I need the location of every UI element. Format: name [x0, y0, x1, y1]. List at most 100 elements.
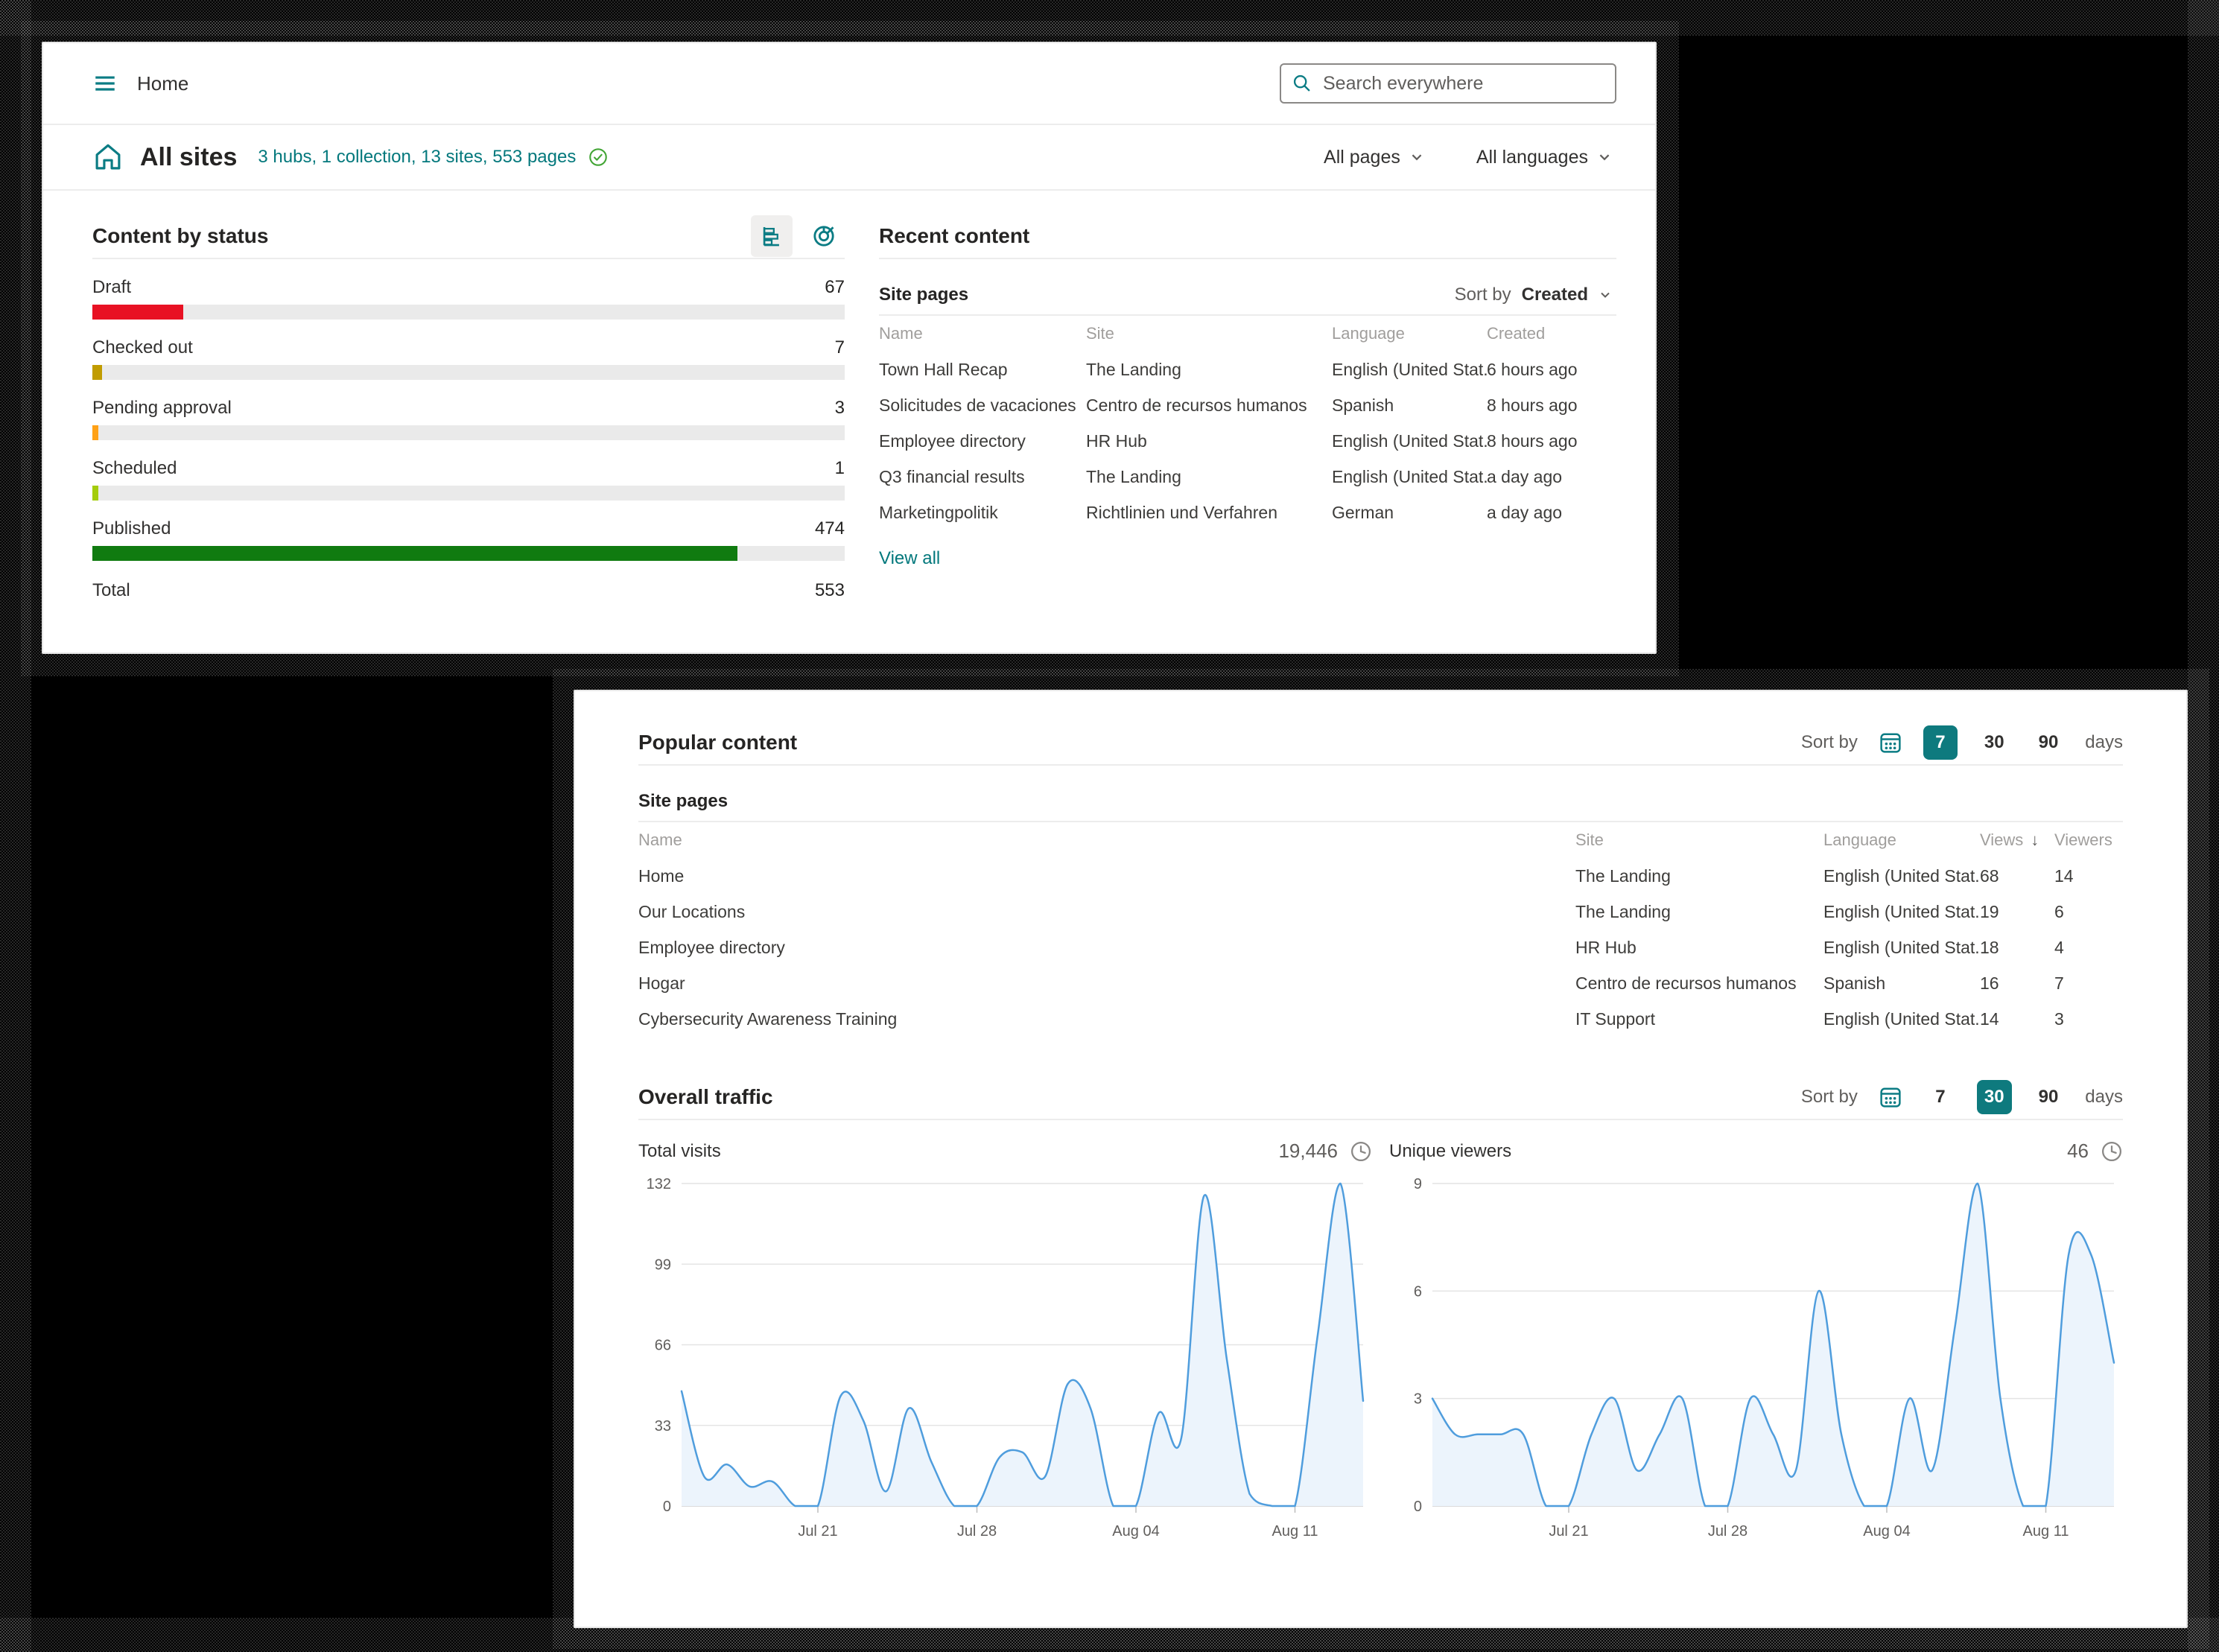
bottom-panel: Popular content Sort by 7 30 90 days Site pa…: [574, 690, 2188, 1628]
column-header-name[interactable]: Name: [879, 316, 1086, 352]
status-row-pending-approval: Pending approval 3: [92, 398, 845, 440]
table-cell: English (United Stat...: [1332, 431, 1487, 451]
svg-text:Aug 11: Aug 11: [2023, 1523, 2069, 1540]
range-90-days-button[interactable]: 90: [2031, 725, 2066, 760]
status-bar-track: [92, 305, 845, 320]
table-cell: 68: [1980, 865, 1999, 886]
search-box[interactable]: [1280, 63, 1616, 104]
table-cell: 14: [2054, 865, 2074, 886]
table-cell: 4: [2054, 937, 2064, 957]
table-row-name-cell[interactable]: Q3 financial results: [879, 459, 1086, 495]
table-row-name-cell[interactable]: Cybersecurity Awareness Training: [638, 1001, 1575, 1037]
table-row-name-cell[interactable]: Town Hall Recap: [879, 352, 1086, 387]
bar-chart-view-button[interactable]: [751, 215, 793, 257]
area-chart: 0 33 66 99 132 Jul 21 Jul 28 Aug 04 Aug 11: [647, 1176, 1365, 1540]
column-header-site[interactable]: Site: [1575, 822, 1823, 858]
donut-chart-view-button[interactable]: [803, 215, 845, 257]
column-header-name[interactable]: Name: [638, 822, 1575, 858]
hamburger-menu-icon[interactable]: [92, 71, 118, 96]
verified-check-icon: [588, 147, 609, 168]
breadcrumb[interactable]: Home: [137, 72, 188, 95]
site-header-row: All sites 3 hubs, 1 collection, 13 sites…: [43, 125, 1655, 191]
section-title: Popular content: [638, 731, 798, 754]
table-cell: 6 hours ago: [1487, 359, 1578, 379]
status-value: 474: [814, 518, 845, 539]
table-cell: English (United Stat...: [1823, 865, 1980, 886]
recent-content-table: Name Site Language Created Town Hall Recap Th…: [879, 316, 1616, 530]
page-title: All sites: [140, 142, 238, 171]
svg-text:6: 6: [1414, 1283, 1422, 1300]
chevron-down-icon: [1409, 150, 1424, 165]
column-header-views[interactable]: Views ↓: [1980, 822, 2054, 858]
range-30-days-button[interactable]: 30: [1976, 1080, 2012, 1114]
table-cell: a day ago: [1487, 466, 1563, 486]
table-cell: English (United Stat...: [1823, 937, 1980, 957]
svg-text:Aug 11: Aug 11: [1272, 1523, 1318, 1540]
recent-content-section: Recent content Site pages Sort by Create…: [879, 191, 1616, 601]
sort-by-label: Sort by: [1800, 732, 1858, 752]
languages-filter-label: All languages: [1476, 146, 1588, 168]
table-cell: 14: [1980, 1008, 1999, 1029]
table-cell: 18: [1980, 937, 1999, 957]
status-bar-fill: [92, 305, 184, 320]
table-row-name-cell[interactable]: Solicitudes de vacaciones: [879, 387, 1086, 423]
chart-title: Unique viewers: [1389, 1140, 1512, 1161]
languages-filter-dropdown[interactable]: All languages: [1472, 146, 1616, 169]
status-label: Pending approval: [92, 398, 232, 418]
table-cell: English (United Stat...: [1332, 466, 1487, 486]
section-title: Recent content: [879, 224, 1030, 247]
calendar-icon: [1877, 1084, 1904, 1111]
traffic-days-picker: Sort by 7 30 90 days: [1801, 1080, 2123, 1114]
column-header-viewers[interactable]: Viewers: [2054, 822, 2123, 858]
status-value: 3: [834, 398, 845, 418]
column-header-language[interactable]: Language: [1332, 316, 1487, 352]
range-90-days-button[interactable]: 90: [2031, 1080, 2066, 1114]
status-total-row: Total 553: [92, 580, 845, 601]
table-row-name-cell[interactable]: Employee directory: [879, 423, 1086, 459]
status-row-draft: Draft 67: [92, 277, 845, 320]
table-cell: 16: [1980, 973, 1999, 993]
chevron-down-icon: [1599, 288, 1612, 302]
view-all-link[interactable]: View all: [879, 548, 940, 569]
site-summary-link[interactable]: 3 hubs, 1 collection, 13 sites, 553 page…: [258, 147, 576, 168]
table-cell: English (United Stat...: [1823, 1008, 1980, 1029]
status-row-scheduled: Scheduled 1: [92, 458, 845, 501]
table-row-name-cell[interactable]: Home: [638, 858, 1575, 894]
table-cell: The Landing: [1575, 865, 1671, 886]
table-cell: HR Hub: [1575, 937, 1637, 957]
table-cell: The Landing: [1086, 466, 1181, 486]
table-cell: 8 hours ago: [1487, 395, 1578, 415]
status-label: Draft: [92, 277, 132, 297]
table-cell: IT Support: [1575, 1008, 1655, 1029]
bar-chart-icon: [759, 223, 784, 249]
sort-value: Created: [1521, 285, 1588, 305]
table-cell: Spanish: [1823, 973, 1886, 993]
column-header-site[interactable]: Site: [1086, 316, 1332, 352]
column-header-created[interactable]: Created: [1487, 316, 1616, 352]
status-bar-fill: [92, 425, 99, 440]
table-cell: 7: [2054, 973, 2064, 993]
sort-descending-icon: ↓: [2031, 830, 2039, 849]
range-7-days-button[interactable]: 7: [1923, 725, 1958, 760]
table-cell: HR Hub: [1086, 431, 1147, 451]
search-icon: [1292, 73, 1312, 94]
table-row-name-cell[interactable]: Hogar: [638, 965, 1575, 1001]
range-7-days-button[interactable]: 7: [1923, 1080, 1958, 1114]
table-cell: Spanish: [1332, 395, 1394, 415]
table-row-name-cell[interactable]: Marketingpolitik: [879, 495, 1086, 530]
table-cell: Centro de recursos humanos: [1575, 973, 1797, 993]
table-row-name-cell[interactable]: Our Locations: [638, 894, 1575, 930]
table-cell: 6: [2054, 901, 2064, 921]
chart-total-value: 46: [2067, 1140, 2089, 1162]
status-bar-fill: [92, 365, 102, 380]
sort-by-created-dropdown[interactable]: Sort by Created: [1450, 284, 1616, 306]
table-row-name-cell[interactable]: Employee directory: [638, 930, 1575, 965]
sort-by-label: Sort by: [1454, 285, 1511, 305]
svg-text:Aug 04: Aug 04: [1112, 1523, 1159, 1540]
days-suffix-label: days: [2085, 1087, 2123, 1107]
table-cell: German: [1332, 502, 1394, 522]
search-input[interactable]: [1321, 72, 1604, 95]
column-header-language[interactable]: Language: [1823, 822, 1980, 858]
range-30-days-button[interactable]: 30: [1977, 725, 2012, 760]
pages-filter-dropdown[interactable]: All pages: [1319, 146, 1429, 169]
